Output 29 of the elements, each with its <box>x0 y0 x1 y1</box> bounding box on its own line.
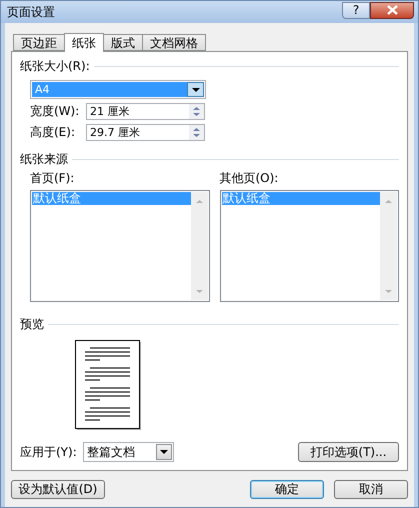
help-button[interactable]: ? <box>342 2 370 18</box>
dialog-button[interactable]: 取消 <box>334 480 408 499</box>
apply-to-dropdown[interactable]: 整篇文档 <box>82 442 174 462</box>
tab[interactable]: 文档网格 <box>142 34 206 51</box>
dropdown-arrow-icon <box>160 450 168 454</box>
spin-field[interactable]: 21 厘米 <box>86 103 205 120</box>
close-button[interactable] <box>370 2 414 18</box>
section-heading: 纸张大小(R): <box>20 58 90 74</box>
spinner-arrows-icon <box>189 104 204 119</box>
dropdown-arrow-icon <box>192 88 200 92</box>
dialog-button[interactable]: 确定 <box>250 480 324 499</box>
field-label: 高度(E): <box>30 124 76 141</box>
list-label: 其他页(O): <box>220 170 280 187</box>
spinner-arrows-icon <box>189 125 204 140</box>
spin-field[interactable]: 29.7 厘米 <box>86 124 205 141</box>
tab[interactable]: 页边距 <box>13 34 65 51</box>
field-label: 应用于(Y): <box>20 444 77 460</box>
list-label: 首页(F): <box>30 170 76 187</box>
field-label: 宽度(W): <box>30 103 80 120</box>
section-heading: 预览 <box>20 316 44 332</box>
scrollbar[interactable] <box>380 192 397 300</box>
close-icon <box>386 5 398 15</box>
section-heading: 纸张来源 <box>20 150 68 168</box>
print-options-button[interactable]: 打印选项(T)... <box>298 442 399 462</box>
tab[interactable]: 纸张 <box>64 33 104 52</box>
dialog-button[interactable]: 设为默认值(D) <box>11 480 105 499</box>
tab[interactable]: 版式 <box>103 34 143 51</box>
window-title: 页面设置 <box>7 4 56 20</box>
scrollbar[interactable] <box>190 192 208 300</box>
